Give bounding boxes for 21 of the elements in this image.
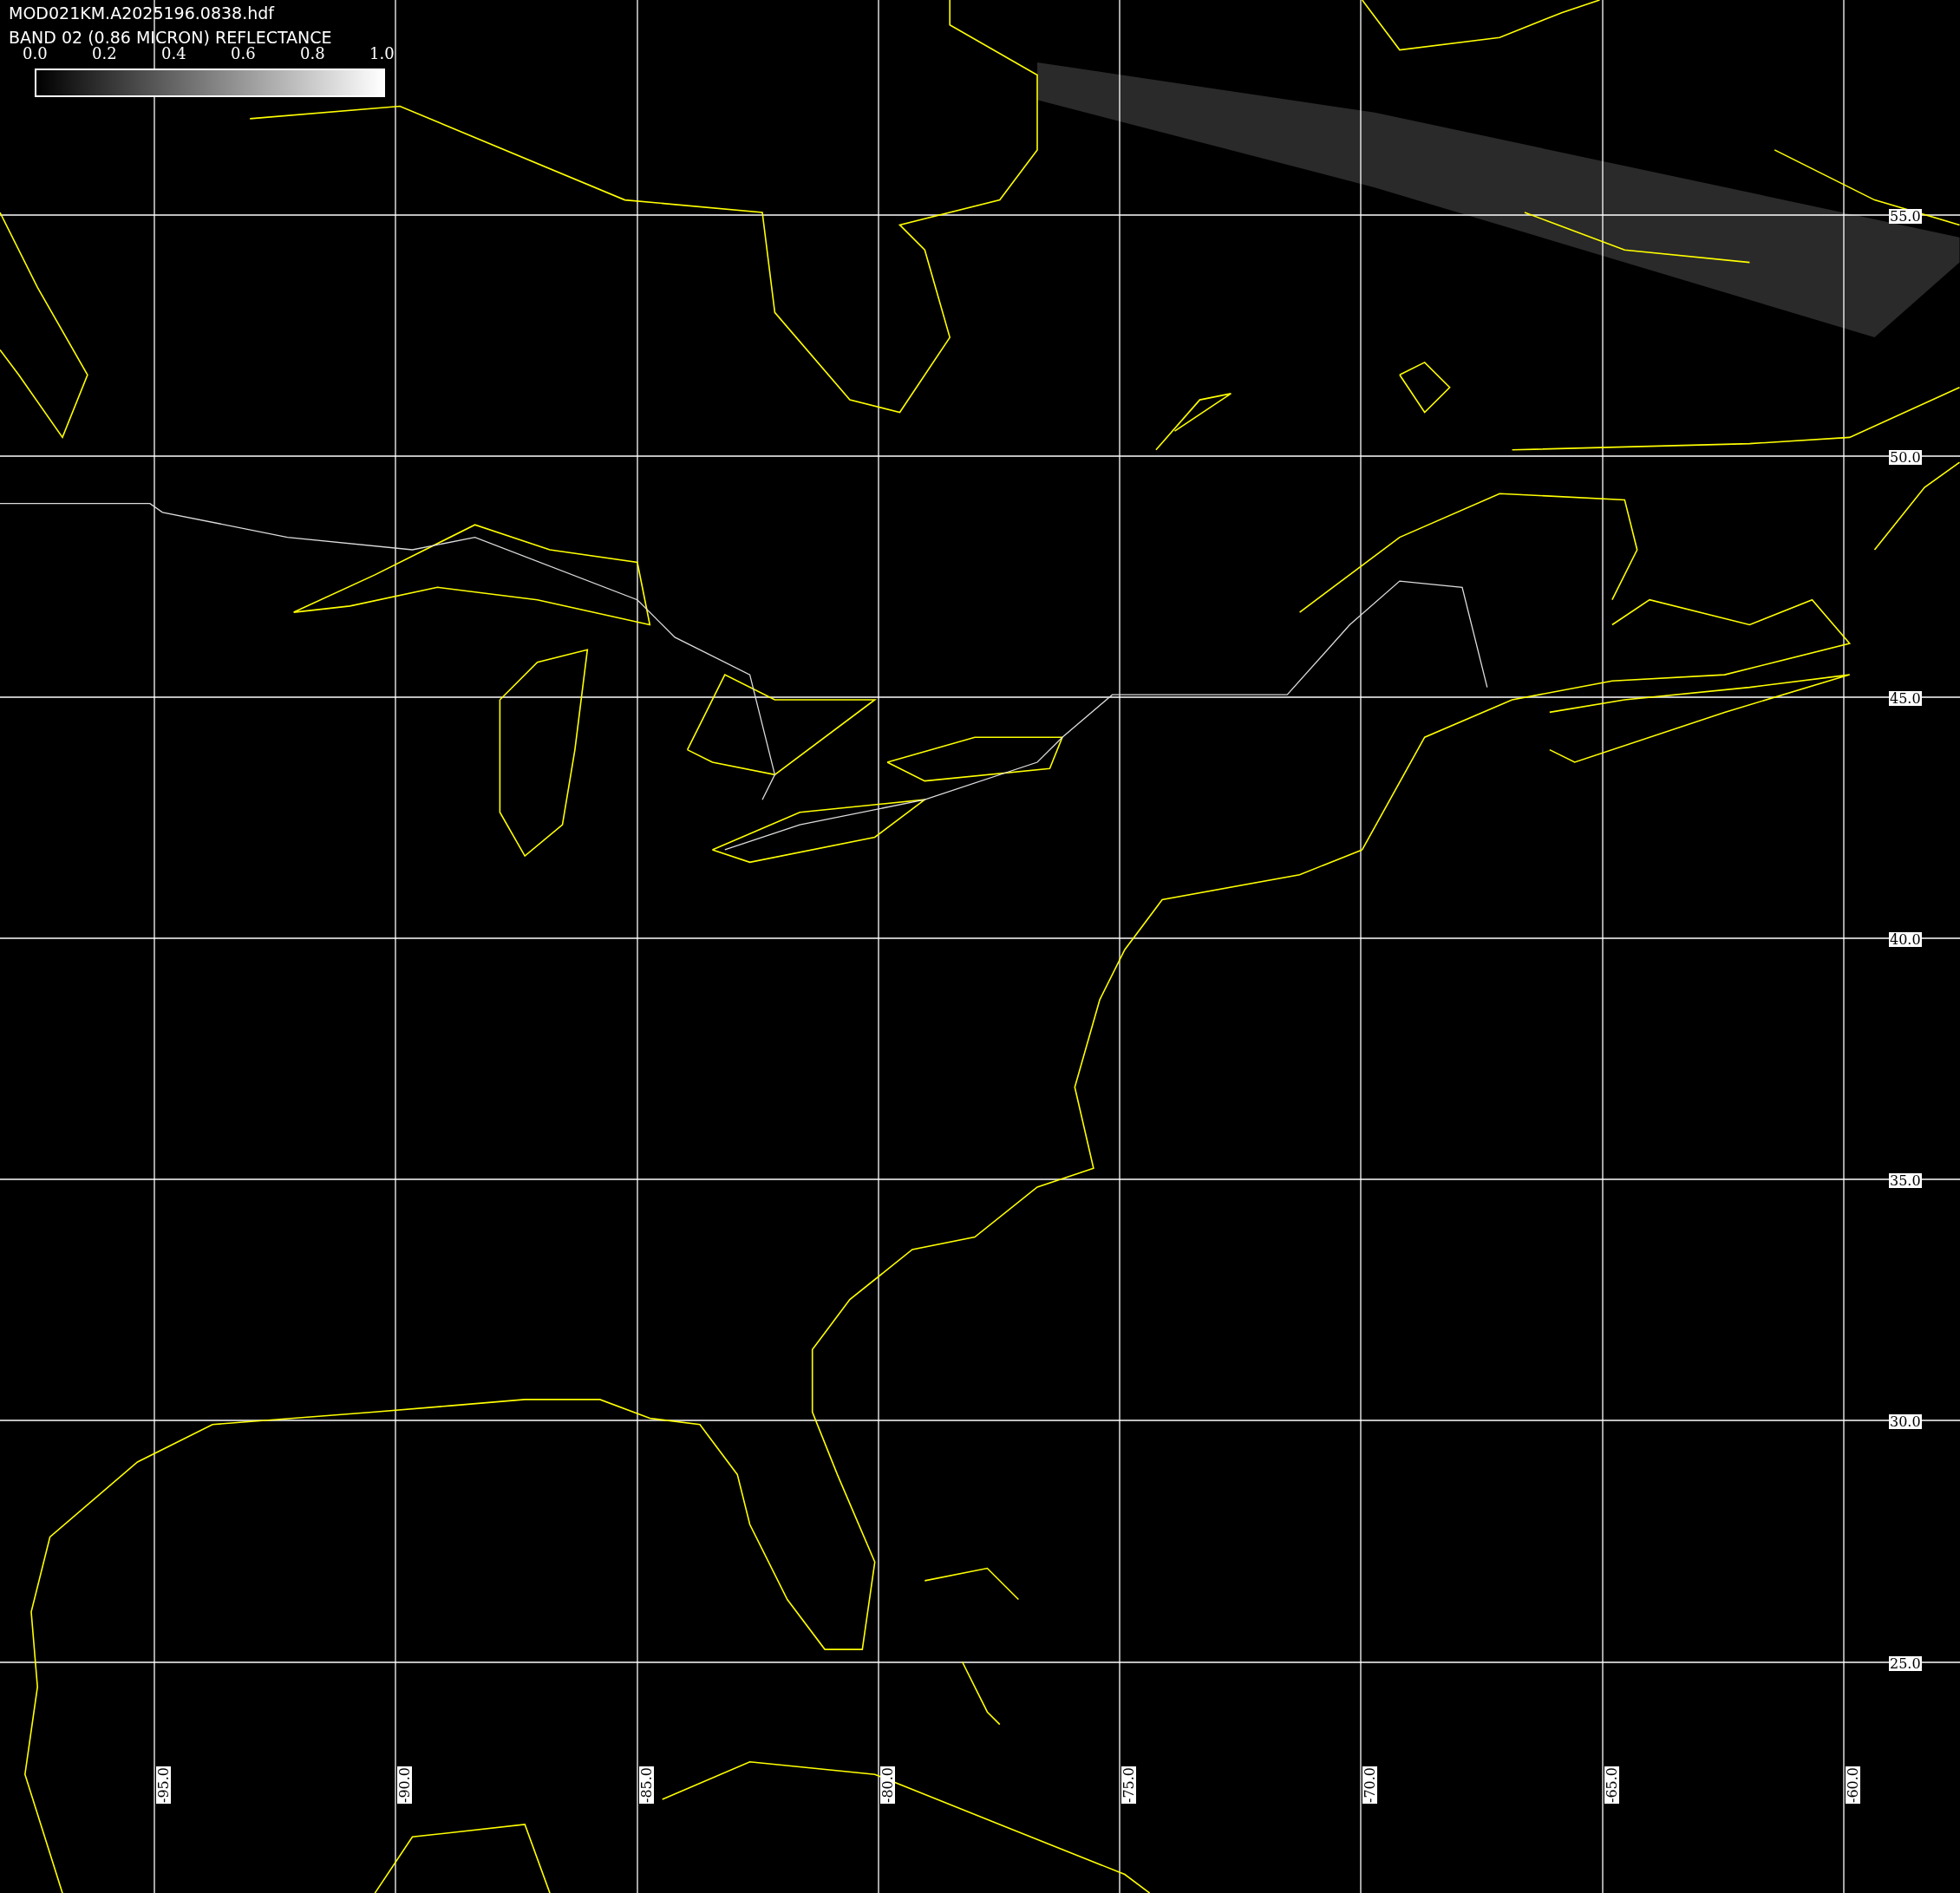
latitude-label: 45.0 xyxy=(1889,691,1922,706)
latitude-label: 40.0 xyxy=(1889,932,1922,947)
longitude-label: -65.0 xyxy=(1604,1766,1619,1804)
latitude-label: 25.0 xyxy=(1889,1656,1922,1671)
longitude-label: -95.0 xyxy=(156,1766,171,1804)
colorbar-tick-label: 0.0 xyxy=(23,45,48,62)
longitude-label: -80.0 xyxy=(880,1766,895,1804)
latitude-label: 55.0 xyxy=(1889,209,1922,224)
colorbar-tick-label: 1.0 xyxy=(369,45,395,62)
colorbar-tick-label: 0.2 xyxy=(92,45,117,62)
colorbar-tick-label: 0.6 xyxy=(231,45,256,62)
longitude-label: -90.0 xyxy=(397,1766,412,1804)
colorbar-tick-label: 0.4 xyxy=(161,45,186,62)
longitude-label: -75.0 xyxy=(1121,1766,1136,1804)
longitude-label: -70.0 xyxy=(1362,1766,1377,1804)
latitude-label: 30.0 xyxy=(1889,1414,1922,1429)
latitude-label: 50.0 xyxy=(1889,450,1922,465)
colorbar-tick-label: 0.8 xyxy=(300,45,325,62)
longitude-label: -85.0 xyxy=(639,1766,654,1804)
latitude-label: 35.0 xyxy=(1889,1173,1922,1188)
longitude-label: -60.0 xyxy=(1846,1766,1860,1804)
